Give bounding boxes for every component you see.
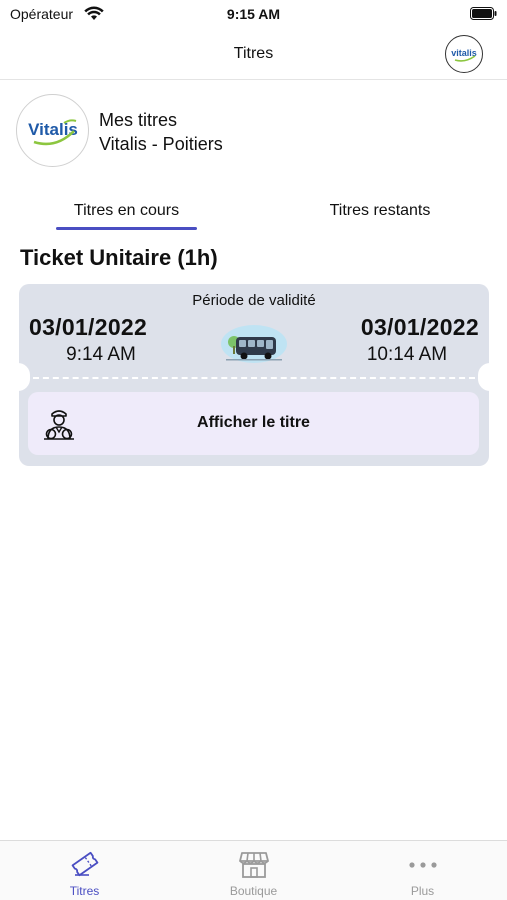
ticket-perforation <box>33 377 475 379</box>
header-title: Mes titres <box>99 110 178 130</box>
start-date: 03/01/2022 <box>29 314 148 340</box>
end-time: 10:14 AM <box>366 344 448 365</box>
header-text: Mes titres Vitalis - Poitiers <box>99 108 223 156</box>
page-title: Titres <box>233 45 274 62</box>
battery-icon <box>470 7 497 20</box>
tab-titres-en-cours[interactable]: Titres en cours <box>56 202 197 220</box>
network-logo: Vitalis <box>16 94 89 167</box>
status-bar: Opérateur 9:15 AM <box>0 0 507 28</box>
vitalis-logo-icon[interactable]: vitalis <box>445 35 483 73</box>
ticket-name: Ticket Unitaire (1h) <box>20 245 218 270</box>
vitalis-logo-icon: Vitalis <box>28 118 78 145</box>
end-date: 03/01/2022 <box>360 314 479 340</box>
status-time: 9:15 AM <box>226 6 281 22</box>
show-ticket-button[interactable]: Afficher le titre <box>28 392 479 455</box>
bottom-tab-bar: Titres Boutique Plus <box>0 840 507 900</box>
more-dots-icon <box>409 862 437 868</box>
tabbar-item-boutique[interactable]: Boutique <box>169 841 338 900</box>
nav-bar: Titres vitalis <box>0 28 507 80</box>
active-tab-indicator <box>56 227 197 230</box>
tabbar-label-boutique: Boutique <box>229 884 278 898</box>
shop-icon <box>239 852 269 878</box>
logo-text: Vitalis <box>28 120 78 139</box>
validity-label: Période de validité <box>192 292 316 309</box>
app-screen: Opérateur 9:15 AM Titres vitalis Vitalis <box>0 0 507 900</box>
tabbar-item-titres[interactable]: Titres <box>0 841 169 900</box>
ticket-notch-left <box>18 363 30 391</box>
ticket-notch-right <box>478 363 490 391</box>
ticket-icon <box>71 851 99 877</box>
tabbar-label-titres: Titres <box>69 884 100 898</box>
vitalis-logo-mark: vitalis <box>451 48 477 62</box>
tabbar-label-plus: Plus <box>410 884 435 898</box>
bus-icon <box>221 325 287 363</box>
ticket-card: Période de validité 03/01/2022 03/01/202… <box>18 284 490 466</box>
start-time: 9:14 AM <box>66 344 136 365</box>
network-name: Vitalis - Poitiers <box>99 134 223 154</box>
tab-titres-restants[interactable]: Titres restants <box>310 202 450 220</box>
show-ticket-label: Afficher le titre <box>197 414 310 431</box>
tabbar-item-plus[interactable]: Plus <box>338 841 507 900</box>
